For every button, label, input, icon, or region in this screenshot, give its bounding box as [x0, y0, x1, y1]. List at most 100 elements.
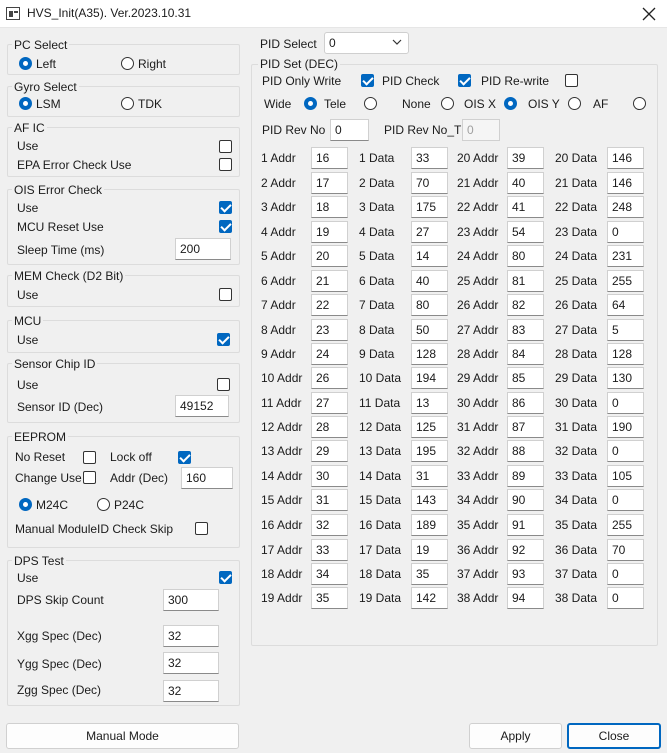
m24c-radio[interactable] — [19, 498, 32, 511]
pid-addr-input[interactable]: 83 — [507, 319, 544, 341]
pid-addr-input[interactable]: 21 — [311, 270, 348, 292]
pid-data-input[interactable]: 128 — [411, 343, 448, 365]
ois-x-label[interactable]: OIS X — [464, 97, 496, 111]
pid-data-input[interactable]: 255 — [607, 514, 644, 536]
pid-data-input[interactable]: 0 — [607, 563, 644, 585]
pid-addr-input[interactable]: 32 — [311, 514, 348, 536]
pc-right-radio[interactable] — [121, 57, 134, 70]
sleep-time-input[interactable]: 200 — [175, 238, 231, 260]
pid-data-input[interactable]: 105 — [607, 465, 644, 487]
pid-addr-input[interactable]: 24 — [311, 343, 348, 365]
pid-data-input[interactable]: 40 — [411, 270, 448, 292]
tele-label[interactable]: Tele — [324, 97, 346, 111]
pid-data-input[interactable]: 33 — [411, 147, 448, 169]
pid-addr-input[interactable]: 87 — [507, 416, 544, 438]
pid-addr-input[interactable]: 85 — [507, 367, 544, 389]
mcu-use-checkbox[interactable] — [217, 333, 230, 346]
pid-data-input[interactable]: 130 — [607, 367, 644, 389]
pid-data-input[interactable]: 125 — [411, 416, 448, 438]
pid-data-input[interactable]: 248 — [607, 196, 644, 218]
pc-left-label[interactable]: Left — [36, 57, 56, 71]
change-use-checkbox[interactable] — [83, 471, 96, 484]
pid-addr-input[interactable]: 54 — [507, 221, 544, 243]
mcu-reset-checkbox[interactable] — [219, 220, 232, 233]
pid-addr-input[interactable]: 22 — [311, 294, 348, 316]
none-label[interactable]: None — [402, 97, 431, 111]
sensor-id-input[interactable]: 49152 — [175, 395, 229, 417]
gyro-tdk-radio[interactable] — [121, 97, 134, 110]
pid-data-input[interactable]: 142 — [411, 587, 448, 609]
pid-data-input[interactable]: 0 — [607, 440, 644, 462]
pid-rewrite-checkbox[interactable] — [565, 74, 578, 87]
pid-data-input[interactable]: 146 — [607, 172, 644, 194]
pid-addr-input[interactable]: 18 — [311, 196, 348, 218]
pid-data-input[interactable]: 27 — [411, 221, 448, 243]
pid-addr-input[interactable]: 33 — [311, 539, 348, 561]
pid-addr-input[interactable]: 41 — [507, 196, 544, 218]
pid-data-input[interactable]: 231 — [607, 245, 644, 267]
pid-data-input[interactable]: 0 — [607, 489, 644, 511]
pid-addr-input[interactable]: 94 — [507, 587, 544, 609]
pid-addr-input[interactable]: 39 — [507, 147, 544, 169]
pid-data-input[interactable]: 5 — [607, 319, 644, 341]
pid-addr-input[interactable]: 31 — [311, 489, 348, 511]
wide-label[interactable]: Wide — [264, 97, 291, 111]
ois-use-checkbox[interactable] — [219, 201, 232, 214]
apply-button[interactable]: Apply — [469, 723, 562, 749]
pid-addr-input[interactable]: 23 — [311, 319, 348, 341]
wide-radio[interactable] — [304, 97, 317, 110]
pid-only-write-checkbox[interactable] — [361, 74, 374, 87]
pid-data-input[interactable]: 0 — [607, 392, 644, 414]
pid-data-input[interactable]: 255 — [607, 270, 644, 292]
pid-data-input[interactable]: 70 — [411, 172, 448, 194]
manual-mode-button[interactable]: Manual Mode — [6, 723, 239, 749]
pid-data-input[interactable]: 19 — [411, 539, 448, 561]
dps-skip-input[interactable]: 300 — [163, 589, 219, 611]
ois-x-radio[interactable] — [504, 97, 517, 110]
lock-off-checkbox[interactable] — [178, 451, 191, 464]
pid-addr-input[interactable]: 20 — [311, 245, 348, 267]
pid-addr-input[interactable]: 81 — [507, 270, 544, 292]
gyro-lsm-label[interactable]: LSM — [36, 97, 61, 111]
ois-y-radio[interactable] — [568, 97, 581, 110]
pid-addr-input[interactable]: 91 — [507, 514, 544, 536]
pid-data-input[interactable]: 143 — [411, 489, 448, 511]
close-button[interactable]: Close — [567, 723, 661, 749]
af-radio[interactable] — [633, 97, 646, 110]
ygg-input[interactable]: 32 — [163, 652, 219, 674]
pid-data-input[interactable]: 35 — [411, 563, 448, 585]
pid-addr-input[interactable]: 84 — [507, 343, 544, 365]
pid-data-input[interactable]: 194 — [411, 367, 448, 389]
pid-data-input[interactable]: 195 — [411, 440, 448, 462]
pid-addr-input[interactable]: 30 — [311, 465, 348, 487]
pid-addr-input[interactable]: 40 — [507, 172, 544, 194]
pc-right-label[interactable]: Right — [138, 57, 166, 71]
pid-addr-input[interactable]: 16 — [311, 147, 348, 169]
m24c-label[interactable]: M24C — [36, 498, 68, 512]
addr-dec-input[interactable]: 160 — [181, 467, 233, 489]
no-reset-checkbox[interactable] — [83, 451, 96, 464]
pid-data-input[interactable]: 31 — [411, 465, 448, 487]
pid-rev-no-input[interactable]: 0 — [330, 119, 369, 141]
pid-addr-input[interactable]: 92 — [507, 539, 544, 561]
pid-data-input[interactable]: 190 — [607, 416, 644, 438]
pid-addr-input[interactable]: 34 — [311, 563, 348, 585]
pid-data-input[interactable]: 14 — [411, 245, 448, 267]
tele-radio[interactable] — [364, 97, 377, 110]
pid-rev-no-t-input[interactable]: 0 — [462, 119, 500, 141]
pid-addr-input[interactable]: 17 — [311, 172, 348, 194]
p24c-radio[interactable] — [97, 498, 110, 511]
pid-data-input[interactable]: 128 — [607, 343, 644, 365]
pid-addr-input[interactable]: 19 — [311, 221, 348, 243]
dps-use-checkbox[interactable] — [219, 571, 232, 584]
pid-data-input[interactable]: 70 — [607, 539, 644, 561]
pid-addr-input[interactable]: 35 — [311, 587, 348, 609]
epa-error-checkbox[interactable] — [219, 158, 232, 171]
pid-addr-input[interactable]: 90 — [507, 489, 544, 511]
pid-data-input[interactable]: 0 — [607, 587, 644, 609]
sensor-use-checkbox[interactable] — [217, 378, 230, 391]
pid-addr-input[interactable]: 27 — [311, 392, 348, 414]
pid-data-input[interactable]: 80 — [411, 294, 448, 316]
pid-data-input[interactable]: 146 — [607, 147, 644, 169]
pid-addr-input[interactable]: 89 — [507, 465, 544, 487]
